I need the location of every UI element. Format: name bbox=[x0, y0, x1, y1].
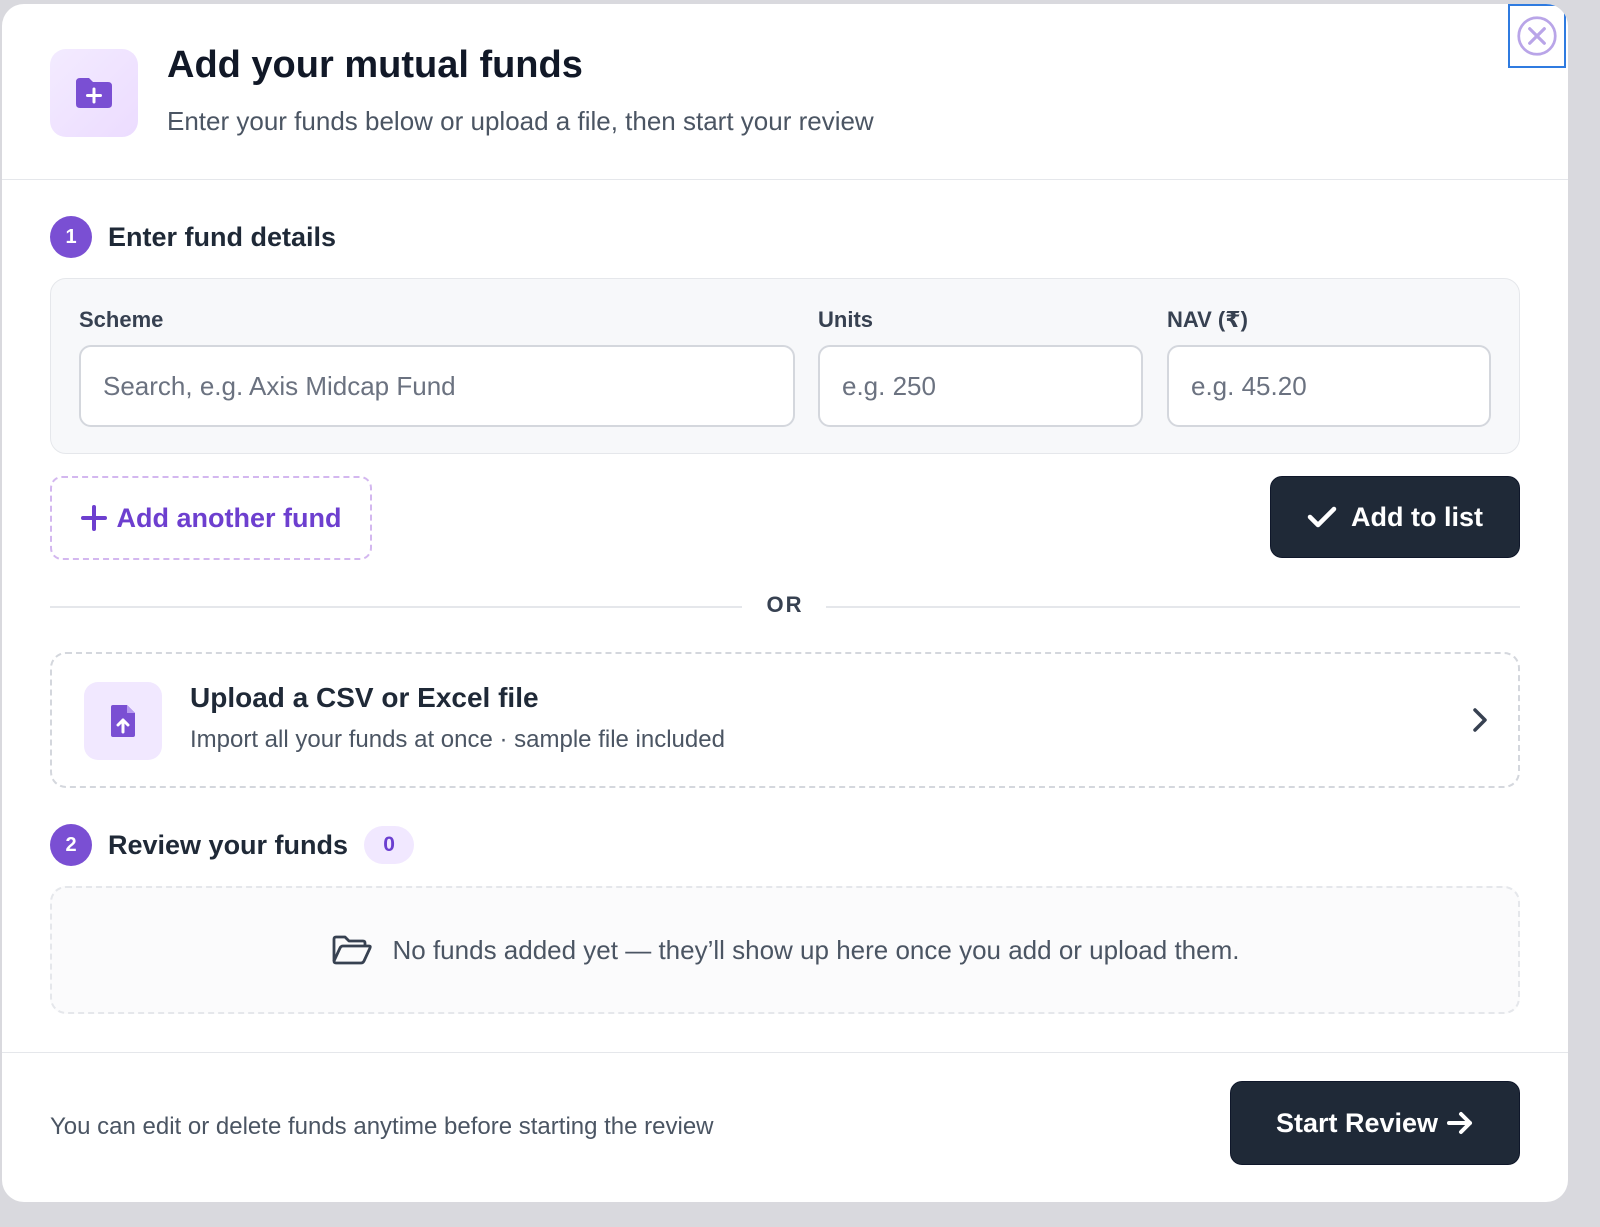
modal-footer: You can edit or delete funds anytime bef… bbox=[2, 1052, 1568, 1202]
upload-file-card[interactable]: Upload a CSV or Excel file Import all yo… bbox=[50, 652, 1520, 788]
step-label: Enter fund details bbox=[108, 221, 337, 252]
modal-title: Add your mutual funds bbox=[167, 44, 583, 86]
step-label: Review your funds bbox=[108, 829, 349, 860]
check-icon bbox=[1307, 506, 1337, 528]
start-review-button[interactable]: Start Review bbox=[1230, 1081, 1520, 1165]
step-number-badge: 1 bbox=[50, 216, 92, 258]
add-another-fund-button[interactable]: Add another fund bbox=[50, 476, 372, 560]
modal-subtitle: Enter your funds below or upload a file,… bbox=[167, 106, 874, 136]
fund-count-badge: 0 bbox=[364, 826, 415, 864]
empty-state-text: No funds added yet — they’ll show up her… bbox=[392, 934, 1240, 965]
chevron-right-icon bbox=[1473, 708, 1487, 732]
footer-note: You can edit or delete funds anytime bef… bbox=[50, 1113, 714, 1140]
add-to-list-label: Add to list bbox=[1351, 501, 1483, 532]
add-another-fund-label: Add another fund bbox=[116, 502, 342, 533]
plus-icon bbox=[80, 505, 107, 531]
add-funds-modal: Add your mutual funds Enter your funds b… bbox=[2, 4, 1568, 1202]
divider-line-right bbox=[826, 606, 1520, 608]
upload-icon-tile bbox=[84, 682, 162, 760]
scheme-input[interactable] bbox=[79, 345, 795, 427]
nav-input[interactable] bbox=[1167, 345, 1491, 427]
step-2-heading: 2 Review your funds 0 bbox=[50, 824, 415, 866]
arrow-right-icon bbox=[1446, 1110, 1474, 1136]
step-1-heading: 1 Enter fund details bbox=[50, 216, 336, 258]
open-folder-icon bbox=[331, 935, 373, 965]
or-text: OR bbox=[766, 592, 804, 617]
file-upload-icon bbox=[111, 705, 135, 737]
upload-title: Upload a CSV or Excel file bbox=[190, 682, 539, 713]
start-review-label: Start Review bbox=[1275, 1107, 1439, 1138]
modal-header: Add your mutual funds Enter your funds b… bbox=[2, 4, 1568, 180]
folder-plus-icon bbox=[76, 78, 112, 108]
nav-label: NAV (₹) bbox=[1167, 307, 1248, 332]
units-label: Units bbox=[818, 307, 873, 332]
empty-funds-state: No funds added yet — they’ll show up her… bbox=[50, 886, 1520, 1014]
step-number-badge: 2 bbox=[50, 824, 92, 866]
or-divider: OR bbox=[50, 592, 1520, 622]
units-input[interactable] bbox=[818, 345, 1143, 427]
header-icon-tile bbox=[50, 49, 138, 137]
add-to-list-button[interactable]: Add to list bbox=[1270, 476, 1520, 558]
fund-details-card: Scheme Units NAV (₹) bbox=[50, 278, 1520, 454]
upload-subtitle: Import all your funds at once · sample f… bbox=[190, 726, 725, 753]
scheme-label: Scheme bbox=[79, 307, 164, 332]
